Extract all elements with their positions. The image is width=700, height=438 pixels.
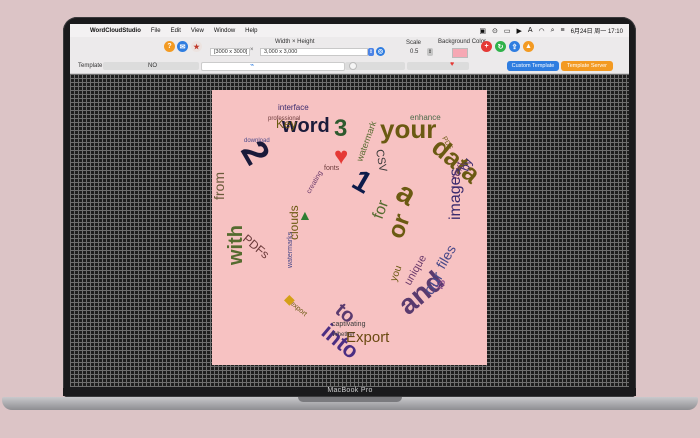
word-cloud-artwork[interactable]: your data with into and Export 2 3 1 a or to word fro… bbox=[211, 90, 487, 365]
clock: 6月24日 周一 17:10 bbox=[570, 29, 623, 35]
heart-icon: ♥ bbox=[334, 143, 348, 170]
heart-icon[interactable]: ♥ bbox=[450, 61, 454, 68]
tree-icon: ▲ bbox=[298, 207, 312, 223]
gift-icon[interactable]: ★ bbox=[191, 41, 202, 52]
status-area: ▣ ⊙ ▭ ▶ A ◠ ⌕ ≡ 6月24日 周一 17:10 bbox=[479, 24, 623, 37]
width-input[interactable]: [3000 x 3000] bbox=[210, 48, 250, 56]
word-cloud-word: watermarks bbox=[287, 231, 294, 269]
settings-icon[interactable]: ◎ bbox=[376, 47, 385, 56]
battery-icon[interactable]: ▭ bbox=[504, 27, 511, 35]
word-cloud-word: 3 bbox=[334, 115, 347, 142]
slider-knob[interactable] bbox=[349, 62, 357, 70]
macbook-label: MacBook Pro bbox=[327, 387, 373, 394]
word-cloud-word: from bbox=[212, 172, 227, 200]
word-cloud-word: Whether bbox=[332, 332, 355, 338]
wifi-icon[interactable]: ◠ bbox=[539, 27, 545, 35]
height-stepper[interactable]: ⇕ bbox=[368, 48, 374, 56]
menu-help[interactable]: Help bbox=[245, 28, 257, 34]
menu-app-name[interactable]: WordCloudStudio bbox=[90, 28, 141, 34]
width-height-separator: × bbox=[250, 47, 254, 53]
laptop-notch bbox=[298, 397, 402, 402]
scale-stepper[interactable]: ⇕ bbox=[427, 48, 433, 56]
lock-icon[interactable]: ⊙ bbox=[492, 27, 498, 35]
template-search[interactable] bbox=[201, 62, 345, 71]
menu-view[interactable]: View bbox=[191, 28, 204, 34]
message-icon[interactable]: ✉ bbox=[177, 41, 188, 52]
search-icon[interactable]: ⌕ bbox=[551, 27, 555, 35]
canvas-area[interactable]: your data with into and Export 2 3 1 a or to word fro… bbox=[70, 74, 629, 387]
word-cloud-svg: yourdatawithintoandExport231 aortowordfro… bbox=[211, 103, 487, 364]
play-icon[interactable]: ▶ bbox=[516, 27, 521, 35]
word-cloud-word: files bbox=[433, 242, 459, 272]
word-cloud-word: interface bbox=[278, 103, 309, 112]
scale-value[interactable]: 0.5 bbox=[410, 49, 418, 55]
word-cloud-word: creating bbox=[306, 170, 325, 195]
word-cloud-word: enhance bbox=[410, 113, 441, 122]
word-cloud-word: professional bbox=[268, 116, 300, 122]
word-cloud-word: download bbox=[244, 138, 270, 144]
word-cloud-word: with bbox=[225, 225, 247, 266]
scale-label: Scale bbox=[406, 40, 422, 46]
control-center-icon[interactable]: ≡ bbox=[561, 27, 565, 34]
template-server-button[interactable]: Template Server bbox=[561, 61, 613, 71]
template-icon[interactable]: ⌁ bbox=[250, 61, 254, 69]
template-value: NO bbox=[148, 63, 157, 69]
menu-bar: WordCloudStudio File Edit View Window He… bbox=[70, 24, 629, 37]
background-color-swatch[interactable] bbox=[452, 48, 468, 58]
lock-icon[interactable]: ▲ bbox=[523, 41, 534, 52]
height-input[interactable]: 3,000 x 3,000 bbox=[260, 48, 368, 56]
custom-template-button[interactable]: Custom Template bbox=[507, 61, 559, 71]
share-icon[interactable]: ⇪ bbox=[509, 41, 520, 52]
screen: WordCloudStudio File Edit View Window He… bbox=[70, 24, 629, 387]
party-icon: ◆ bbox=[284, 291, 295, 307]
template-row: Template NO ⌁ ♥ Custom Template Template… bbox=[70, 59, 629, 74]
emoji-select[interactable] bbox=[407, 62, 469, 70]
menu-edit[interactable]: Edit bbox=[171, 28, 181, 34]
word-cloud-word: a bbox=[391, 175, 422, 212]
template-label: Template bbox=[78, 63, 103, 69]
background-color-label: Background Color bbox=[438, 39, 487, 45]
menu-window[interactable]: Window bbox=[214, 28, 235, 34]
menu-file[interactable]: File bbox=[151, 28, 161, 34]
word-cloud-word: captivating bbox=[332, 321, 366, 328]
word-cloud-word: 1 bbox=[347, 163, 378, 200]
refresh-icon[interactable]: ↻ bbox=[495, 41, 506, 52]
a-icon[interactable]: A bbox=[528, 27, 533, 34]
add-icon[interactable]: + bbox=[481, 41, 492, 52]
help-icon[interactable]: ? bbox=[164, 41, 175, 52]
control-icon[interactable]: ▣ bbox=[479, 27, 486, 35]
width-height-label: Width × Height bbox=[275, 39, 315, 45]
